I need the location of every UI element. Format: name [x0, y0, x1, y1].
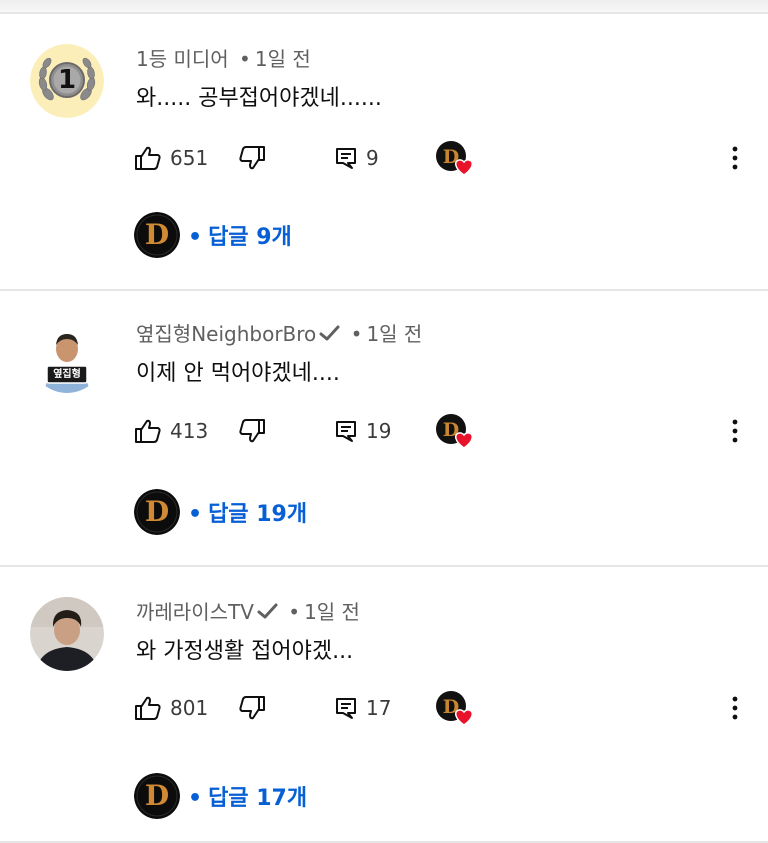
comment-actions: 651 9 D	[0, 138, 768, 178]
more-vert-icon	[732, 696, 738, 720]
verified-check-icon	[257, 603, 278, 619]
replies-link[interactable]: • 답글 19개	[188, 496, 307, 528]
view-replies-button[interactable]: D • 답글 17개	[134, 773, 307, 819]
meta-separator: •	[350, 322, 363, 346]
creator-avatar-mini: D	[134, 212, 180, 258]
creator-avatar-mini: D	[134, 489, 180, 535]
more-options-button[interactable]	[720, 138, 750, 178]
thumb-up-icon	[135, 419, 161, 443]
creator-logo-letter: D	[145, 779, 169, 812]
replies-link-label: 답글 19개	[208, 502, 308, 527]
comment-time[interactable]: 1일 전	[255, 47, 311, 71]
more-vert-icon	[732, 419, 738, 443]
comment-text: 와 가정생활 접어야겠...	[136, 639, 354, 664]
more-options-button[interactable]	[720, 411, 750, 451]
like-button[interactable]: 651	[134, 138, 208, 178]
like-button[interactable]: 413	[134, 411, 208, 451]
author-name[interactable]: 옆집형NeighborBro	[136, 322, 316, 346]
creator-heart-badge: D	[434, 138, 478, 178]
replies-link[interactable]: • 답글 9개	[188, 219, 292, 251]
author-name[interactable]: 까레라이스TV	[136, 600, 254, 624]
comment-text: 이제 안 먹어야겠네....	[136, 361, 340, 386]
thumb-down-icon	[239, 419, 265, 443]
replies-link[interactable]: • 답글 17개	[188, 780, 307, 812]
reply-button[interactable]: 19	[334, 411, 391, 451]
like-count: 651	[170, 146, 209, 170]
comment-thread: 까레라이스TV • 1일 전 와 가정생활 접어야겠... 801 17 D D…	[0, 567, 768, 829]
like-button[interactable]: 801	[134, 688, 208, 728]
avatar[interactable]	[30, 597, 104, 671]
creator-heart-icon: D	[436, 141, 474, 176]
reply-count: 19	[366, 419, 392, 443]
comment-time[interactable]: 1일 전	[366, 322, 422, 346]
comment-actions: 413 19 D	[0, 411, 768, 451]
thumb-up-icon	[135, 146, 161, 170]
creator-heart-badge: D	[434, 688, 478, 728]
thumb-up-icon	[135, 696, 161, 720]
replies-link-label: 답글 9개	[208, 225, 292, 250]
dislike-button[interactable]	[238, 138, 266, 178]
meta-separator: •	[239, 47, 251, 71]
reply-button[interactable]: 17	[334, 688, 391, 728]
reply-icon	[336, 148, 356, 169]
comment-actions: 801 17 D	[0, 688, 768, 728]
creator-heart-icon: D	[436, 691, 474, 726]
reply-count: 9	[366, 146, 379, 170]
author-name[interactable]: 1등 미디어	[136, 47, 229, 71]
avatar[interactable]: 옆집형	[30, 319, 104, 393]
avatar-sign-text: 옆집형	[53, 369, 81, 380]
comment-text: 와..... 공부접어야겠네......	[136, 86, 382, 111]
verified-check-icon	[319, 325, 340, 341]
thumb-down-icon	[239, 696, 265, 720]
more-options-button[interactable]	[720, 688, 750, 728]
dislike-button[interactable]	[238, 688, 266, 728]
comment-meta: 옆집형NeighborBro • 1일 전	[136, 319, 422, 349]
top-strip	[0, 0, 768, 12]
creator-logo-letter: D	[145, 495, 169, 528]
creator-heart-icon: D	[436, 414, 474, 449]
reply-button[interactable]: 9	[334, 138, 379, 178]
reply-icon	[336, 421, 356, 442]
dislike-button[interactable]	[238, 411, 266, 451]
comment-thread: 옆집형 옆집형NeighborBro • 1일 전 이제 안 먹어야겠네.... …	[0, 291, 768, 553]
more-vert-icon	[732, 146, 738, 170]
comment-thread: 1 1등 미디어 •1일 전 와..... 공부접어야겠네...... 651	[0, 14, 768, 276]
like-count: 801	[170, 696, 209, 720]
reply-count: 17	[366, 696, 392, 720]
view-replies-button[interactable]: D • 답글 19개	[134, 489, 307, 535]
view-replies-button[interactable]: D • 답글 9개	[134, 212, 292, 258]
comment-time[interactable]: 1일 전	[304, 600, 360, 624]
replies-link-label: 답글 17개	[208, 786, 308, 811]
meta-separator: •	[288, 600, 301, 624]
comment-meta: 1등 미디어 • 1일 전	[136, 44, 311, 74]
creator-heart-badge: D	[434, 411, 478, 451]
avatar-badge-digit: 1	[57, 65, 77, 95]
like-count: 413	[170, 419, 209, 443]
thumb-down-icon	[239, 146, 265, 170]
creator-logo-letter: D	[145, 218, 169, 251]
avatar[interactable]: 1	[30, 44, 104, 118]
creator-avatar-mini: D	[134, 773, 180, 819]
comment-meta: 까레라이스TV • 1일 전	[136, 597, 360, 627]
reply-icon	[336, 698, 356, 719]
